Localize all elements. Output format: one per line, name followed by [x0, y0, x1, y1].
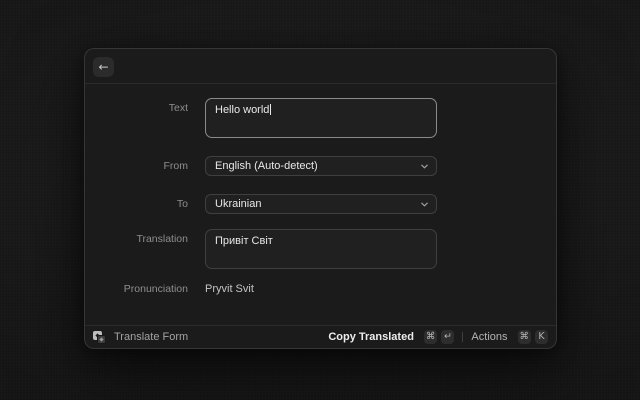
- actions-label: Actions: [471, 331, 507, 343]
- action-bar-divider: [462, 332, 463, 342]
- command-key-icon: ⌘: [518, 330, 532, 344]
- translate-form-window: ← Text Hello world From English (Auto-de…: [84, 48, 557, 349]
- translation-field-label: Translation: [85, 229, 188, 269]
- form-row-to: To Ukrainian: [85, 194, 556, 214]
- to-field-label: To: [85, 194, 188, 214]
- form-row-pronunciation: Pronunciation Pryvit Svit: [85, 282, 556, 296]
- from-field-label: From: [85, 156, 188, 176]
- text-input-value: Hello world: [215, 104, 269, 116]
- translate-icon: [93, 331, 106, 344]
- chevron-down-icon: [420, 162, 429, 171]
- back-button[interactable]: ←: [93, 57, 114, 77]
- text-field-label: Text: [85, 98, 188, 138]
- text-cursor: [270, 104, 271, 115]
- command-key-icon: ⌘: [424, 330, 438, 344]
- window-header: ←: [85, 49, 556, 84]
- text-input[interactable]: Hello world: [205, 98, 437, 138]
- pronunciation-value: Pryvit Svit: [205, 282, 254, 296]
- translation-output-value: Привіт Світ: [215, 235, 273, 247]
- to-language-value: Ukrainian: [215, 198, 261, 210]
- back-arrow-icon: ←: [98, 61, 108, 73]
- copy-translated-button[interactable]: Copy Translated ⌘ ↵: [328, 330, 454, 344]
- translate-form: Text Hello world From English (Auto-dete…: [85, 84, 556, 296]
- desktop-background: ← Text Hello world From English (Auto-de…: [0, 0, 640, 400]
- chevron-down-icon: [420, 200, 429, 209]
- to-language-dropdown[interactable]: Ukrainian: [205, 194, 437, 214]
- from-language-dropdown[interactable]: English (Auto-detect): [205, 156, 437, 176]
- translation-output[interactable]: Привіт Світ: [205, 229, 437, 269]
- from-language-value: English (Auto-detect): [215, 160, 318, 172]
- form-row-translation: Translation Привіт Світ: [85, 229, 556, 269]
- copy-translated-label: Copy Translated: [328, 331, 414, 343]
- k-key-icon: K: [535, 330, 548, 344]
- form-row-from: From English (Auto-detect): [85, 156, 556, 176]
- actions-menu-button[interactable]: Actions ⌘ K: [471, 330, 548, 344]
- pronunciation-field-label: Pronunciation: [85, 282, 188, 296]
- action-bar-left: Translate Form: [93, 331, 328, 344]
- form-row-text: Text Hello world: [85, 98, 556, 138]
- action-bar: Translate Form Copy Translated ⌘ ↵ Actio…: [85, 325, 556, 348]
- command-title: Translate Form: [114, 331, 188, 343]
- return-key-icon: ↵: [441, 330, 454, 344]
